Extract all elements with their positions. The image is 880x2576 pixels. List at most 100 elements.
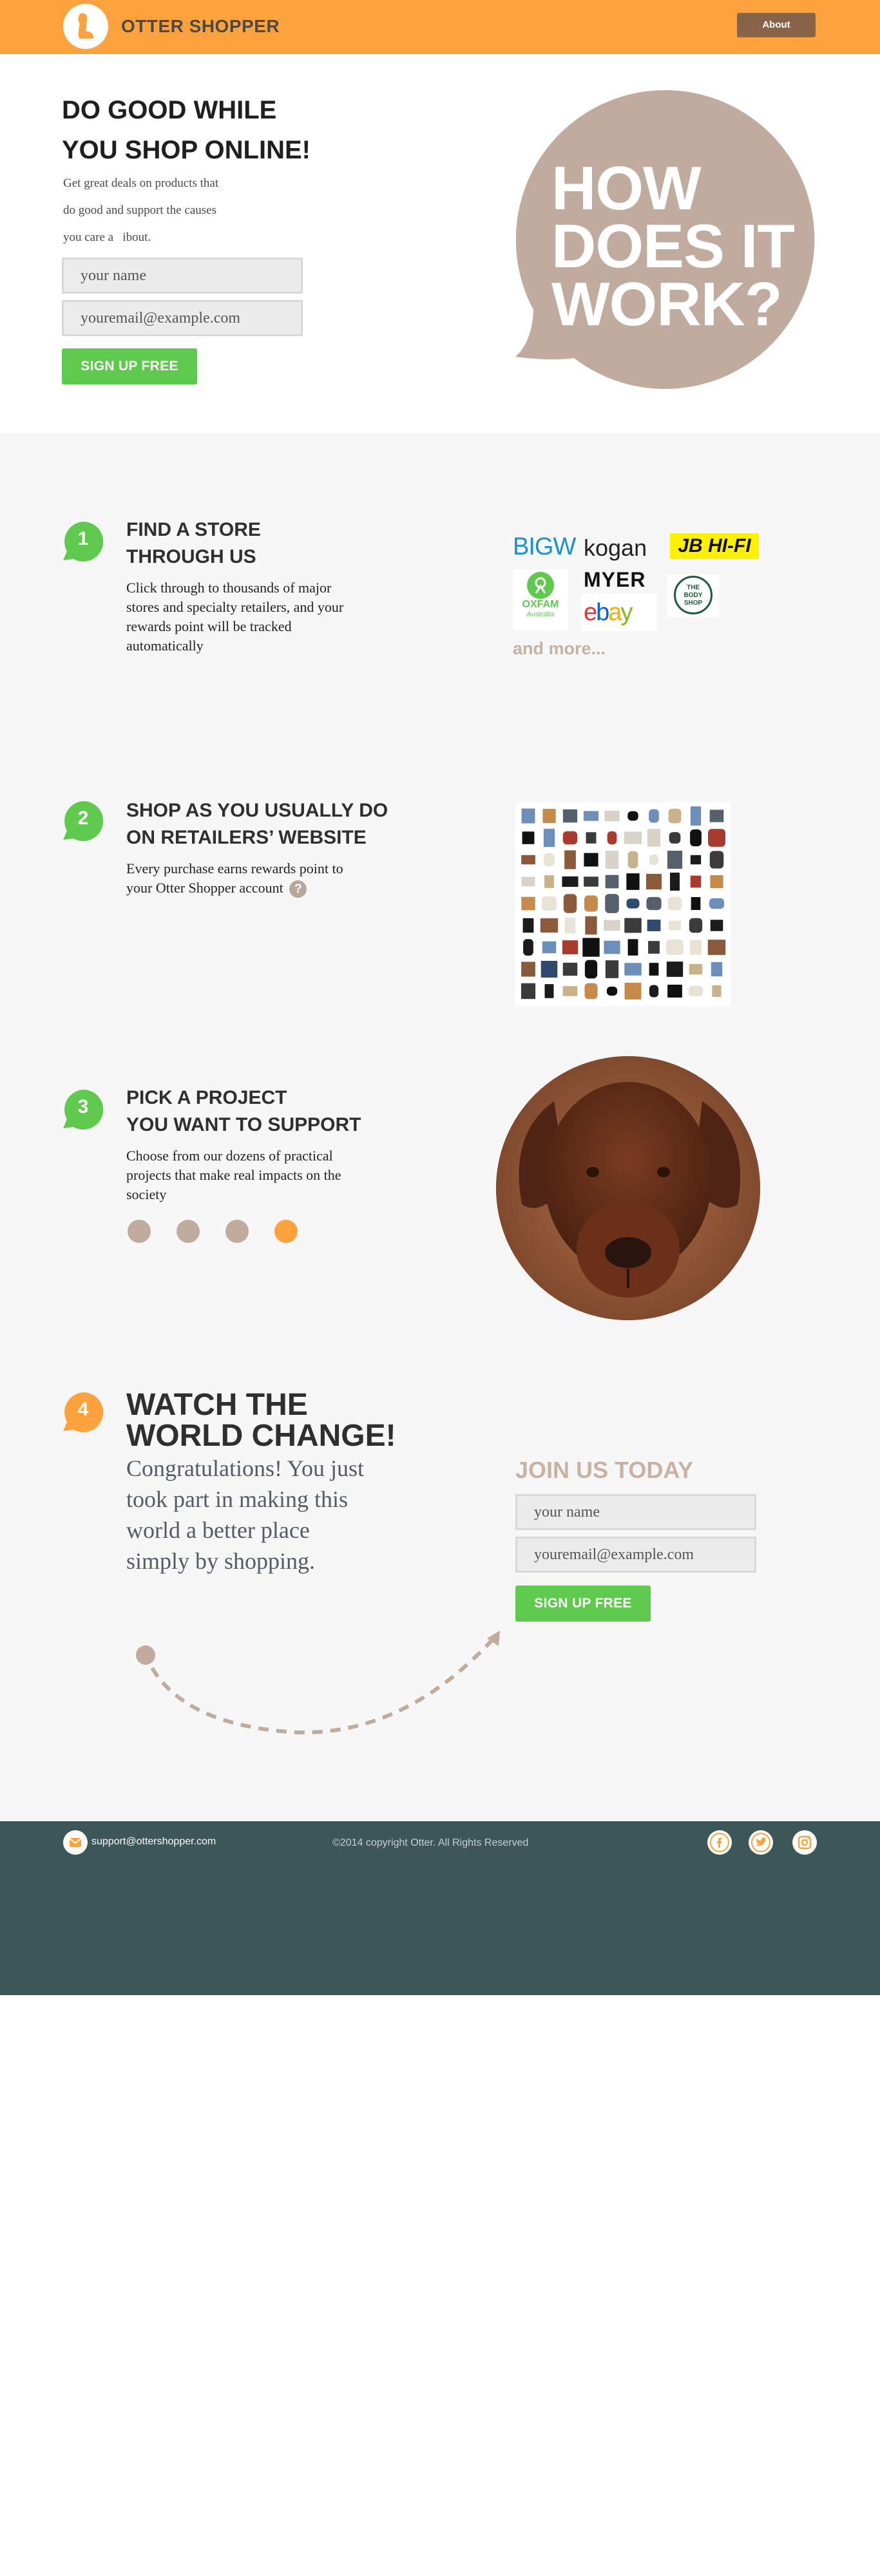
collage-item	[542, 808, 556, 824]
bubble-line2: DOES IT	[551, 212, 795, 281]
collage-item	[669, 920, 681, 931]
hero-title-line1: DO GOOD WHILE	[62, 96, 277, 124]
kogan-logo[interactable]: kogan	[584, 535, 647, 562]
step-2-number: 2	[77, 808, 89, 829]
collage-item	[564, 917, 576, 934]
twitter-icon[interactable]	[749, 1830, 773, 1855]
collage-item	[707, 940, 726, 955]
join-name-input[interactable]: your name	[515, 1494, 756, 1530]
collage-item	[690, 855, 702, 865]
otter-logo[interactable]	[63, 4, 108, 49]
collage-item	[604, 810, 620, 822]
help-icon[interactable]: ?	[289, 880, 307, 898]
collage-item	[649, 809, 659, 823]
collage-item	[649, 985, 659, 998]
step-4-title: WATCH THE WORLD CHANGE!	[126, 1390, 396, 1452]
about-button[interactable]: About	[737, 13, 816, 37]
collage-item	[626, 898, 640, 909]
mail-icon[interactable]	[63, 1830, 88, 1855]
join-email-input[interactable]: youremail@example.com	[515, 1537, 756, 1573]
myer-logo[interactable]: MYER	[584, 568, 646, 592]
collage-item	[562, 940, 579, 954]
collage-item	[627, 811, 638, 821]
collage-item	[690, 875, 702, 888]
step-3-number: 3	[77, 1096, 89, 1117]
oxfam-logo[interactable]: OXFAM Australia	[513, 569, 568, 630]
collage-item	[666, 961, 684, 977]
hero-email-input[interactable]: youremail@example.com	[62, 300, 303, 336]
step-1-title-line2: THROUGH US	[126, 546, 256, 567]
ebay-b: b	[596, 599, 609, 626]
body-shop-logo[interactable]: THE BODY SHOP	[667, 574, 719, 617]
collage-item	[646, 896, 662, 911]
collage-item	[690, 829, 702, 847]
hero-text-line1: Get great deals on products that	[63, 176, 219, 190]
step-1-title: FIND A STORE THROUGH US	[126, 516, 261, 571]
hero-name-input[interactable]: your name	[62, 258, 303, 294]
carousel-dot[interactable]	[274, 1220, 298, 1243]
step-2-text: Every purchase earns rewards point to yo…	[126, 859, 358, 898]
and-more-link[interactable]: and more...	[513, 639, 606, 659]
collage-item	[649, 854, 659, 866]
collage-item	[562, 962, 578, 976]
collage-item	[582, 938, 600, 957]
carousel-dot[interactable]	[225, 1220, 249, 1243]
collage-item	[583, 811, 599, 821]
step-1-title-line1: FIND A STORE	[126, 519, 261, 540]
collage-item	[562, 831, 578, 845]
oxfam-label: OXFAM	[522, 599, 559, 610]
step-4-text: Congratulations! You just took part in m…	[126, 1455, 365, 1574]
facebook-icon[interactable]	[707, 1830, 732, 1855]
instagram-icon[interactable]	[792, 1830, 817, 1855]
collage-item	[563, 894, 577, 913]
hero-signup-button[interactable]: SIGN UP FREE	[62, 348, 197, 384]
collage-item	[709, 810, 724, 822]
collage-item	[521, 855, 535, 865]
collage-item	[708, 829, 725, 847]
how-does-it-work-bubble: HOW DOES IT WORK?	[513, 88, 822, 397]
collage-item	[605, 960, 619, 978]
collage-item	[712, 985, 722, 997]
collage-item	[624, 831, 642, 844]
carousel-dot[interactable]	[177, 1220, 200, 1243]
collage-item	[669, 872, 680, 891]
collage-item	[607, 831, 617, 845]
support-email-link[interactable]: support@ottershopper.com	[91, 1836, 216, 1848]
hero-title-line2: YOU SHOP ONLINE!	[62, 136, 311, 164]
collage-item	[624, 982, 642, 1000]
collage-item	[646, 873, 662, 890]
hero-text-line3: you care a ibout.	[63, 231, 151, 244]
collage-item	[604, 940, 620, 954]
step-3-text: Choose from our dozens of practical proj…	[126, 1148, 341, 1202]
collage-item	[584, 960, 598, 979]
collage-item	[606, 986, 618, 996]
collage-item	[542, 941, 557, 954]
collage-item	[690, 940, 702, 955]
collage-item	[522, 831, 535, 844]
top-navbar: OTTER SHOPPER About	[0, 0, 880, 54]
step-2-badge: 2	[62, 800, 104, 842]
clothing-collage-icon	[521, 806, 726, 1000]
body-shop-line2: BODY	[684, 592, 703, 599]
step-1-number: 1	[77, 528, 89, 549]
step-2-title: SHOP AS YOU USUALLY DO ON RETAILERS’ WEB…	[126, 797, 388, 851]
collage-item	[543, 828, 555, 848]
collage-item	[521, 876, 535, 887]
collage-item	[627, 851, 638, 869]
collage-item	[562, 809, 578, 823]
collage-item	[544, 875, 554, 888]
collage-item	[649, 963, 659, 976]
join-title: JOIN US TODAY	[515, 1457, 694, 1483]
carousel-dot[interactable]	[128, 1220, 151, 1243]
hero-description: Get great deals on products that do good…	[63, 170, 282, 251]
collage-item	[688, 985, 703, 997]
collage-item	[627, 939, 638, 956]
collage-item	[584, 983, 598, 999]
ebay-logo[interactable]: ebay	[581, 594, 657, 631]
brand-name[interactable]: OTTER SHOPPER	[121, 16, 280, 37]
join-signup-button[interactable]: SIGN UP FREE	[515, 1586, 651, 1622]
collage-item	[521, 961, 535, 977]
mail-glyph	[69, 1838, 82, 1847]
bigw-logo[interactable]: BIGW	[513, 533, 576, 561]
jbhifi-logo[interactable]: JB HI-FI	[670, 533, 759, 559]
